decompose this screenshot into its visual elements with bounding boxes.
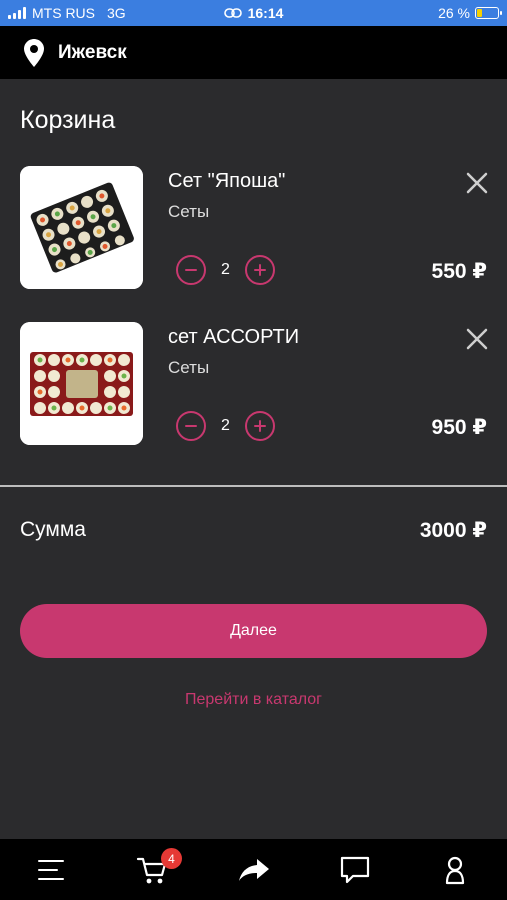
remove-item-button[interactable]	[464, 326, 490, 352]
location-pin-icon	[24, 38, 44, 67]
plus-icon	[254, 420, 266, 432]
status-bar: MTS RUS 3G 16:14 26 %	[0, 0, 507, 26]
status-right: 26 %	[438, 5, 502, 21]
tab-chat[interactable]	[338, 853, 372, 887]
quantity-value: 2	[221, 261, 230, 278]
city-header[interactable]: Ижевск	[0, 26, 507, 79]
clock: 16:14	[247, 5, 284, 21]
product-image[interactable]	[20, 166, 143, 289]
increase-quantity-button[interactable]	[245, 411, 275, 441]
battery-icon	[475, 7, 502, 19]
link-icon	[223, 8, 242, 18]
plus-icon	[254, 264, 266, 276]
cart-item: сет АССОРТИ Сеты 2 950 ₽	[0, 322, 507, 446]
chat-icon	[340, 856, 370, 884]
status-center: 16:14	[0, 5, 507, 21]
battery-fill	[477, 9, 482, 17]
product-image[interactable]	[20, 322, 143, 445]
page-title: Корзина	[20, 106, 116, 134]
cart-item: Сет "Япоша" Сеты 2 550 ₽	[0, 166, 507, 290]
item-price: 950 ₽	[431, 416, 487, 439]
remove-item-button[interactable]	[464, 170, 490, 196]
item-category: Сеты	[168, 202, 210, 221]
city-name: Ижевск	[58, 41, 127, 63]
profile-icon	[445, 856, 465, 885]
item-category: Сеты	[168, 358, 210, 377]
close-icon	[466, 328, 488, 350]
item-name: Сет "Япоша"	[168, 170, 286, 192]
decrease-quantity-button[interactable]	[176, 255, 206, 285]
cart-count-badge: 4	[161, 848, 182, 869]
go-to-catalog-link[interactable]: Перейти в каталог	[0, 691, 507, 709]
divider	[0, 485, 507, 487]
tab-profile[interactable]	[438, 853, 472, 887]
decrease-quantity-button[interactable]	[176, 411, 206, 441]
tab-menu[interactable]	[34, 853, 68, 887]
quantity-value: 2	[221, 417, 230, 434]
minus-icon	[185, 269, 197, 271]
item-name: сет АССОРТИ	[168, 326, 300, 348]
total-value: 3000 ₽	[419, 519, 487, 542]
total-label: Сумма	[20, 518, 86, 541]
tab-share[interactable]	[237, 853, 271, 887]
battery-percent: 26 %	[438, 5, 470, 21]
minus-icon	[185, 425, 197, 427]
item-price: 550 ₽	[431, 260, 487, 283]
close-icon	[466, 172, 488, 194]
tab-bar: 4	[0, 839, 507, 900]
next-button[interactable]: Далее	[20, 604, 487, 658]
share-icon	[239, 859, 269, 881]
menu-icon	[38, 860, 64, 880]
increase-quantity-button[interactable]	[245, 255, 275, 285]
